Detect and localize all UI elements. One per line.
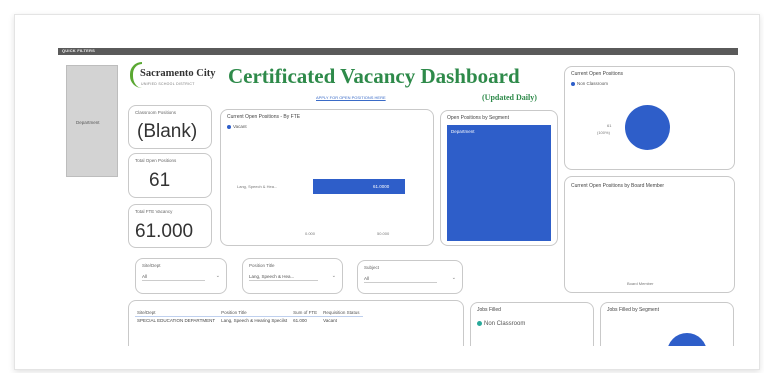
segment-tile[interactable]: Department <box>447 125 551 241</box>
legend-dot-icon <box>571 81 575 86</box>
chevron-down-icon[interactable]: ⌄ <box>216 273 220 279</box>
slicer-value: All <box>142 274 205 281</box>
kpi-value: 61 <box>149 170 171 191</box>
chart-title: Current Open Positions by Board Member <box>571 183 665 189</box>
bar-vacant[interactable] <box>313 179 405 194</box>
vacancy-table[interactable]: Site/Dept Position Title Sum of FTE Requ… <box>128 300 464 346</box>
bar-value-label: 61.0000 <box>373 184 390 189</box>
table-grid: Site/Dept Position Title Sum of FTE Requ… <box>135 309 364 324</box>
table-cell: SPECIAL EDUCATION DEPARTMENT <box>135 316 220 324</box>
pie-slice-pct: (100%) <box>597 130 610 135</box>
department-filter-label: Department <box>76 120 100 125</box>
total-open-positions-card: Total Open Positions 61 <box>128 153 212 198</box>
axis-label: Board Member <box>627 281 654 286</box>
kpi-value: 61.000 <box>135 221 194 242</box>
chart-legend: Vacant <box>227 124 247 129</box>
chevron-down-icon[interactable]: ⌄ <box>332 273 336 279</box>
chart-legend: Non Classroom <box>477 321 525 327</box>
legend-label: Non Classroom <box>484 321 526 328</box>
table-cell: 61.000 <box>291 316 322 324</box>
logo-name: Sacramento City <box>140 68 216 79</box>
x-tick: 0.000 <box>305 231 316 236</box>
chart-title: Jobs Filled <box>477 307 501 313</box>
legend-label: Non Classroom <box>577 81 609 86</box>
pie-slice[interactable] <box>667 333 707 346</box>
kpi-value: (Blank) <box>137 121 198 142</box>
district-logo: Sacramento City UNIFIED SCHOOL DISTRICT <box>128 60 216 96</box>
chevron-down-icon[interactable]: ⌄ <box>452 275 456 281</box>
chart-legend: Non Classroom <box>571 81 608 86</box>
slicer-value: All <box>364 276 437 283</box>
site-dept-slicer[interactable]: Site/Dept All ⌄ <box>135 258 227 294</box>
subject-slicer[interactable]: Subject All ⌄ <box>357 260 463 294</box>
table-header-row: Site/Dept Position Title Sum of FTE Requ… <box>135 309 363 317</box>
logo-subtitle: UNIFIED SCHOOL DISTRICT <box>141 82 195 86</box>
jobs-filled-card[interactable]: Jobs Filled Non Classroom <box>470 302 594 346</box>
quick-filters-panel[interactable]: Department <box>66 65 118 177</box>
bar-category-label: Lang, Speech & Hea... <box>237 184 278 189</box>
page-title: Certificated Vacancy Dashboard <box>228 64 520 88</box>
slicer-label: Position Title <box>249 263 275 268</box>
x-tick: 50.000 <box>377 231 390 236</box>
column-header[interactable]: Requisition Status <box>321 309 363 317</box>
segment-tile-label: Department <box>451 129 475 134</box>
jobs-filled-segment-card[interactable]: Jobs Filled by Segment <box>600 302 734 346</box>
kpi-label: Total Open Positions <box>135 158 177 163</box>
top-bar <box>58 48 738 55</box>
quick-filters-label: QUICK FILTERS <box>62 48 95 53</box>
column-header[interactable]: Position Title <box>219 309 291 317</box>
column-header[interactable]: Sum of FTE <box>291 309 321 317</box>
kpi-label: Total FTE Vacancy <box>135 209 173 214</box>
column-header[interactable]: Site/Dept <box>135 309 219 317</box>
table-cell: Lang, Speech & Hearing Specilst <box>219 316 292 324</box>
pie-slice-label: 61 <box>607 123 612 128</box>
classroom-positions-card: Classroom Positions (Blank) <box>128 105 212 149</box>
apply-link[interactable]: APPLY FOR OPEN POSITIONS HERE <box>316 95 386 100</box>
slicer-label: Subject <box>364 265 380 270</box>
kpi-label: Classroom Positions <box>135 110 177 115</box>
updated-note: (Updated Daily) <box>482 93 537 102</box>
pie-slice[interactable] <box>625 105 670 150</box>
legend-dot-icon <box>477 321 482 326</box>
chart-title: Jobs Filled by Segment <box>607 307 659 313</box>
chart-title: Current Open Positions <box>571 71 623 77</box>
table-cell: Vacant <box>321 316 364 324</box>
slicer-value: Lang, Speech & Hea... <box>249 274 319 281</box>
pie-chart[interactable]: Current Open Positions Non Classroom 61 … <box>564 66 735 170</box>
position-title-slicer[interactable]: Position Title Lang, Speech & Hea... ⌄ <box>242 258 343 294</box>
fte-chart[interactable]: Current Open Positions - By FTE Vacant L… <box>220 109 434 246</box>
legend-dot-icon <box>227 124 231 129</box>
table-row[interactable]: SPECIAL EDUCATION DEPARTMENT Lang, Speec… <box>135 316 364 324</box>
segment-chart[interactable]: Open Positions by Segment Department <box>440 110 558 246</box>
total-fte-vacancy-card: Total FTE Vacancy 61.000 <box>128 204 212 248</box>
legend-label: Vacant <box>233 124 247 129</box>
slicer-label: Site/Dept <box>142 263 161 268</box>
board-member-chart[interactable]: Current Open Positions by Board Member B… <box>564 176 735 293</box>
chart-title: Current Open Positions - By FTE <box>227 114 301 120</box>
chart-title: Open Positions by Segment <box>447 115 509 121</box>
